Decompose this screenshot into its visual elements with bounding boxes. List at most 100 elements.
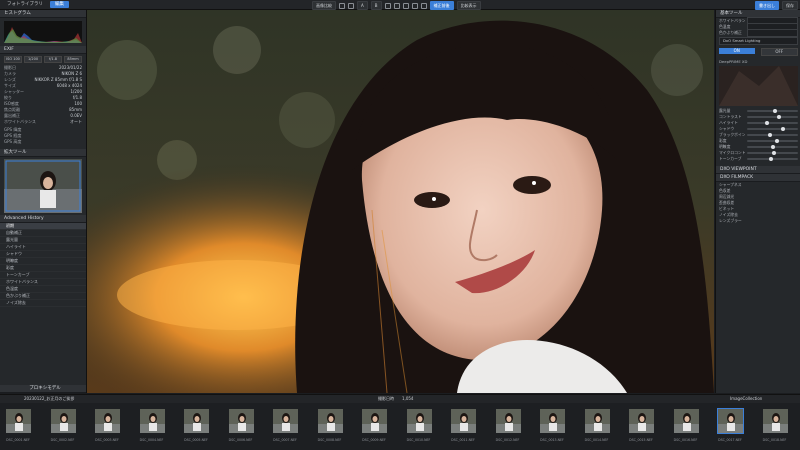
history-item[interactable]: トーンカーブ — [0, 272, 86, 279]
slider-track[interactable] — [747, 120, 798, 125]
history-item[interactable]: 初期 — [0, 223, 86, 230]
exif-key: ホワイトバランス — [4, 119, 36, 124]
exif-header[interactable]: EXIF — [0, 46, 86, 54]
tab-photo-library[interactable]: フォトライブラリ — [2, 1, 48, 8]
main-photo[interactable] — [87, 10, 714, 393]
filmstrip-filename: DSC_0003.NEF — [95, 438, 119, 442]
filmstrip-item[interactable]: DSC_0011.NEF — [445, 406, 481, 446]
filmstrip-item[interactable]: DSC_0016.NEF — [668, 406, 704, 446]
history-item[interactable]: シャドウ — [0, 251, 86, 258]
filmstrip-thumbnail — [95, 409, 120, 433]
tab-edit[interactable]: 編集 — [50, 1, 69, 8]
filmstrip-thumbnail — [495, 409, 521, 433]
b-button[interactable]: B — [370, 1, 382, 10]
slider-handle[interactable] — [767, 132, 772, 137]
filmstrip-thumbnail — [451, 409, 476, 433]
filmstrip-thumbnail — [273, 409, 298, 433]
history-item[interactable]: 彩度 — [0, 265, 86, 272]
slider-track[interactable] — [747, 114, 798, 119]
sort-label[interactable]: 撮影日時 — [378, 395, 394, 403]
filmstrip-item[interactable]: DSC_0010.NEF — [401, 406, 437, 446]
filmstrip-filename: DSC_0018.NEF — [762, 438, 787, 442]
compare-button[interactable]: 画像比較 — [312, 1, 336, 10]
rotate-icon[interactable] — [339, 2, 345, 9]
filmstrip-filename: DSC_0016.NEF — [673, 438, 698, 442]
filmstrip-item[interactable]: DSC_0007.NEF — [267, 406, 303, 446]
slider-handle[interactable] — [771, 150, 776, 155]
smart-lighting-dropdown[interactable]: DxO Smart Lighting — [719, 37, 798, 45]
straighten-icon[interactable] — [411, 2, 418, 9]
history-item[interactable]: 明瞭度 — [0, 258, 86, 265]
slider-track[interactable] — [747, 108, 798, 113]
slider-track[interactable] — [747, 144, 798, 149]
history-item[interactable]: ノイズ除去 — [0, 300, 86, 307]
slider-row: トーンカーブ — [716, 156, 800, 162]
a-button[interactable]: A — [357, 1, 368, 10]
filmstrip-item[interactable]: DSC_0012.NEF — [490, 406, 526, 446]
slider-handle[interactable] — [774, 138, 779, 143]
slider-track[interactable] — [747, 156, 798, 161]
slider-track[interactable] — [747, 138, 798, 143]
filmstrip-item[interactable]: DSC_0018.NEF — [757, 406, 793, 446]
filmstrip-item[interactable]: DSC_0005.NEF — [178, 406, 214, 446]
filmstrip-filename: DSC_0009.NEF — [362, 438, 386, 442]
filmstrip-thumbnail — [673, 409, 699, 433]
tool-row[interactable]: レンズブラー — [716, 218, 800, 224]
mask-icon[interactable] — [402, 2, 409, 9]
deepprime-label: DeepPRIME XD — [719, 58, 748, 64]
compare-view-button[interactable]: 比較表示 — [456, 1, 481, 10]
filmstrip-thumbnail — [629, 409, 654, 433]
folder-path[interactable]: 20230122_お正月のご挨拶 — [24, 395, 74, 403]
mode-on-button[interactable]: ON — [719, 48, 755, 54]
mode-off-button[interactable]: OFF — [760, 48, 798, 56]
filmstrip-filename: DSC_0006.NEF — [228, 438, 253, 442]
filmstrip-item[interactable]: DSC_0006.NEF — [223, 406, 259, 446]
slider-handle[interactable] — [765, 120, 770, 125]
history-item[interactable]: 露光量 — [0, 237, 86, 244]
navigator-thumbnail[interactable] — [4, 159, 82, 213]
filmstrip-item[interactable]: DSC_0017.NEF — [712, 406, 748, 446]
before-after-button[interactable]: 補正前後 — [429, 1, 454, 10]
filmstrip-filename: DSC_0005.NEF — [184, 438, 208, 442]
slider-handle[interactable] — [773, 108, 778, 113]
crop-icon[interactable] — [348, 2, 354, 9]
filmstrip-thumbnail — [6, 409, 31, 433]
filmstrip-item[interactable]: DSC_0014.NEF — [579, 406, 615, 446]
filmstrip-filename: DSC_0017.NEF — [718, 438, 742, 442]
history-item[interactable]: 自動補正 — [0, 230, 86, 237]
filmstrip-item[interactable]: DSC_0009.NEF — [356, 406, 392, 446]
slider-handle[interactable] — [769, 156, 774, 161]
collection-label[interactable]: ImageCollection — [730, 395, 762, 403]
filmstrip-item[interactable]: DSC_0015.NEF — [623, 406, 659, 446]
white-balance-icon[interactable] — [384, 2, 391, 9]
filmstrip-item[interactable]: DSC_0001.NEF — [0, 406, 36, 446]
iso-chip: ISO 100 — [4, 56, 22, 63]
slider-track[interactable] — [747, 132, 798, 137]
viewpoint-header[interactable]: DXO VIEWPOINT — [716, 166, 800, 174]
wb-dropdown[interactable] — [747, 29, 798, 37]
repair-icon[interactable] — [393, 2, 400, 9]
filmstrip-item[interactable]: DSC_0004.NEF — [134, 406, 170, 446]
history-item[interactable]: 色かぶり補正 — [0, 293, 86, 300]
top-toolbar: フォトライブラリ 編集 画像比較 A B 補正前後 比較表示 書き出し 保存 — [0, 0, 800, 10]
image-count: 1,054 — [402, 396, 414, 401]
history-item[interactable]: 色温度 — [0, 286, 86, 293]
filmstrip-item[interactable]: DSC_0003.NEF — [89, 406, 125, 446]
history-header[interactable]: Advanced History — [0, 215, 86, 223]
slider-handle[interactable] — [780, 126, 785, 131]
filmstrip-item[interactable]: DSC_0002.NEF — [45, 406, 81, 446]
zoom-icon[interactable] — [420, 2, 427, 9]
history-item[interactable]: ホワイトバランス — [0, 279, 86, 286]
export-button[interactable]: 書き出し — [755, 1, 779, 10]
navigator-header[interactable]: 拡大ツール — [0, 149, 86, 157]
histogram-header[interactable]: ヒストグラム — [0, 10, 86, 18]
slider-track[interactable] — [747, 150, 798, 155]
filmstrip-item[interactable]: DSC_0013.NEF — [534, 406, 570, 446]
save-button[interactable]: 保存 — [782, 1, 798, 10]
filmstrip-item[interactable]: DSC_0008.NEF — [312, 406, 348, 446]
slider-handle[interactable] — [770, 144, 775, 149]
history-item[interactable]: ハイライト — [0, 244, 86, 251]
slider-track[interactable] — [747, 126, 798, 131]
slider-handle[interactable] — [776, 114, 781, 119]
filmpack-header[interactable]: DXO FILMPACK — [716, 174, 800, 182]
